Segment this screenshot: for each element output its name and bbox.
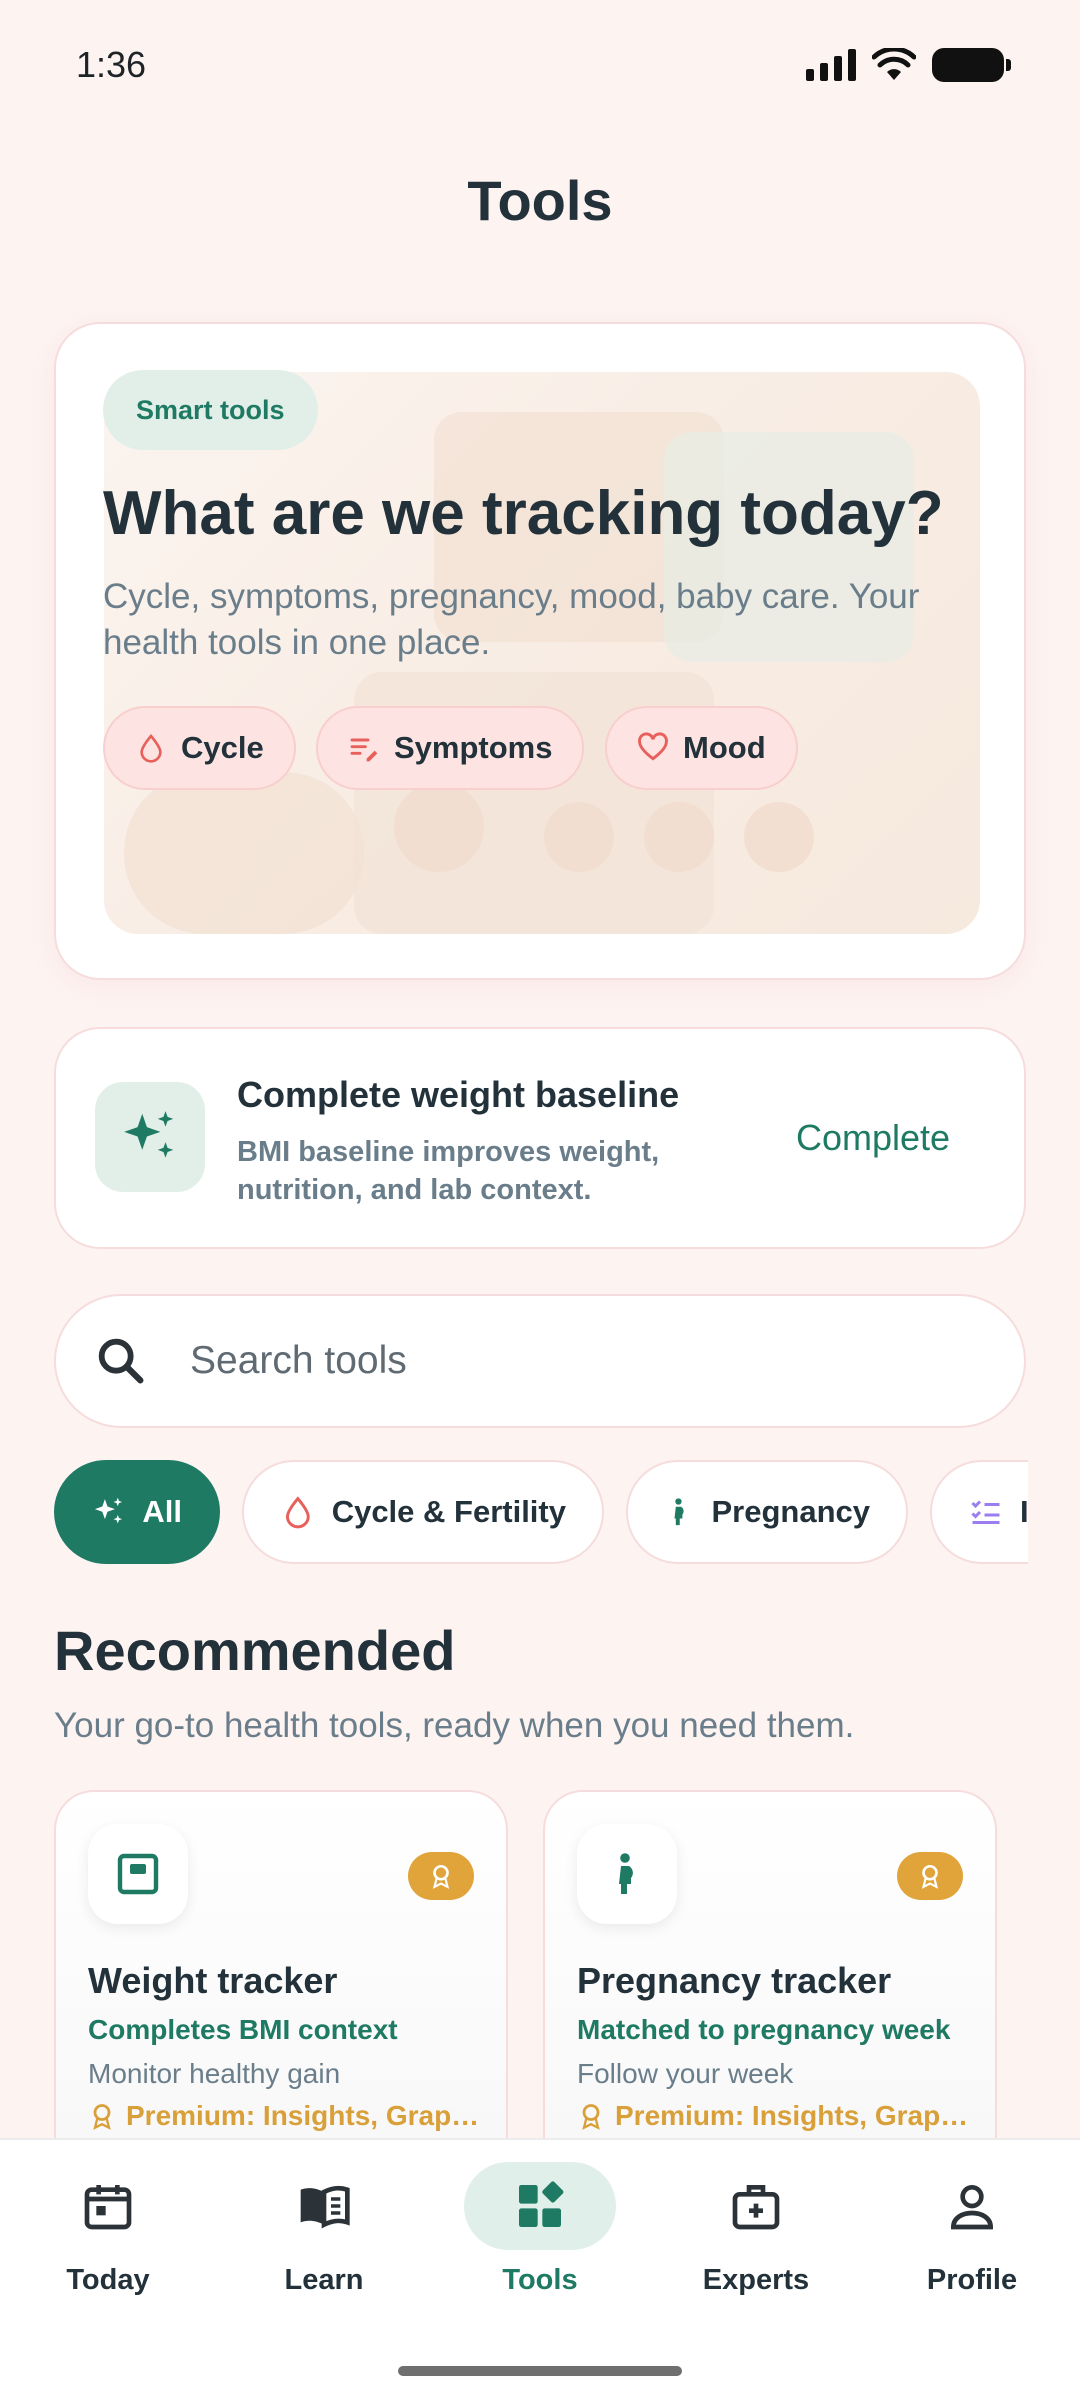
calendar-icon	[84, 2185, 132, 2230]
nav-label: Tools	[502, 2264, 578, 2296]
tool-premium-label: Premium: Insights, Grap…	[615, 2100, 969, 2131]
search-icon	[98, 1338, 144, 1384]
tools-grid-icon	[519, 2181, 564, 2227]
battery-icon	[932, 48, 1011, 82]
filter-pregnancy[interactable]: Pregnancy	[626, 1460, 908, 1564]
notes-icon	[350, 738, 378, 762]
home-indicator	[398, 2366, 682, 2376]
pregnant-icon	[577, 1824, 677, 1924]
book-icon	[300, 2185, 350, 2229]
chip-label: Cycle	[181, 730, 264, 765]
tool-context: Matched to pregnancy week	[577, 2014, 951, 2045]
chip-label: Mood	[683, 730, 766, 765]
nav-label: Learn	[284, 2264, 364, 2296]
filter-label: Pregnancy	[711, 1494, 870, 1529]
tool-premium: Premium: Insights, Grap…	[88, 2100, 479, 2132]
award-icon	[582, 2104, 600, 2130]
filter-label: Cycle & Fertility	[331, 1494, 566, 1529]
sparkles-icon	[94, 1497, 123, 1524]
tool-card-pregnancy-tracker[interactable]: Pregnancy tracker Matched to pregnancy w…	[543, 1790, 997, 2190]
filter-more[interactable]: I	[930, 1460, 1028, 1564]
status-icons	[806, 48, 1011, 82]
tool-description: Monitor healthy gain	[88, 2058, 341, 2089]
nav-learn[interactable]: Learn	[224, 2162, 424, 2322]
filter-label: I	[1020, 1494, 1028, 1529]
person-icon	[950, 2185, 994, 2230]
nav-label: Experts	[702, 2264, 810, 2296]
chip-cycle[interactable]: Cycle	[103, 706, 296, 790]
pregnant-icon	[674, 1498, 684, 1526]
heart-icon	[638, 732, 668, 761]
checklist-icon	[971, 1500, 1000, 1524]
bottom-nav: Today Learn Tools Experts Profile	[0, 2138, 1080, 2400]
premium-badge-icon	[897, 1852, 963, 1900]
recommended-subtitle: Your go-to health tools, ready when you …	[54, 1706, 855, 1745]
tool-premium-label: Premium: Insights, Grap…	[126, 2100, 480, 2131]
scale-icon	[88, 1824, 188, 1924]
weight-baseline-card[interactable]: Complete weight baseline BMI baseline im…	[54, 1027, 1026, 1249]
tool-name: Weight tracker	[88, 1960, 338, 2001]
tool-name: Pregnancy tracker	[577, 1960, 892, 2001]
nav-label: Today	[66, 2264, 150, 2296]
signal-icon	[806, 49, 856, 81]
tool-card-weight-tracker[interactable]: Weight tracker Completes BMI context Mon…	[54, 1790, 508, 2190]
premium-badge-icon	[408, 1852, 474, 1900]
status-time: 1:36	[76, 44, 147, 85]
complete-button[interactable]: Complete	[796, 1117, 950, 1159]
hero-heading: What are we tracking today?	[103, 479, 944, 548]
weight-card-description: BMI baseline improves weight, nutrition,…	[237, 1136, 660, 1206]
filter-chips: All Cycle & Fertility Pregnancy I	[54, 1460, 1028, 1564]
chip-mood[interactable]: Mood	[605, 706, 798, 790]
chip-symptoms[interactable]: Symptoms	[316, 706, 585, 790]
nav-today[interactable]: Today	[8, 2162, 208, 2322]
search-input[interactable]	[190, 1339, 950, 1383]
recommended-title: Recommended	[54, 1619, 456, 1682]
nav-tools[interactable]: Tools	[440, 2162, 640, 2322]
weight-card-title: Complete weight baseline	[237, 1074, 680, 1115]
award-icon	[93, 2104, 111, 2130]
wifi-icon	[872, 48, 916, 80]
medical-bag-icon	[732, 2185, 780, 2230]
search-bar[interactable]	[54, 1294, 1026, 1428]
nav-label: Profile	[926, 2264, 1018, 2296]
smart-tools-badge: Smart tools	[103, 370, 318, 450]
tool-premium: Premium: Insights, Grap…	[577, 2100, 968, 2132]
hero-description: Cycle, symptoms, pregnancy, mood, baby c…	[103, 577, 920, 662]
status-bar: 1:36	[0, 0, 1080, 130]
tool-context: Completes BMI context	[88, 2014, 398, 2045]
nav-profile[interactable]: Profile	[872, 2162, 1072, 2322]
page-title: Tools	[467, 169, 613, 232]
drop-icon	[140, 733, 162, 763]
chip-label: Symptoms	[394, 730, 553, 765]
tool-description: Follow your week	[577, 2058, 794, 2089]
drop-icon	[285, 1496, 310, 1529]
nav-experts[interactable]: Experts	[656, 2162, 856, 2322]
filter-cycle-fertility[interactable]: Cycle & Fertility	[242, 1460, 604, 1564]
sparkles-icon	[95, 1082, 205, 1192]
filter-label: All	[142, 1494, 182, 1529]
filter-all[interactable]: All	[54, 1460, 220, 1564]
